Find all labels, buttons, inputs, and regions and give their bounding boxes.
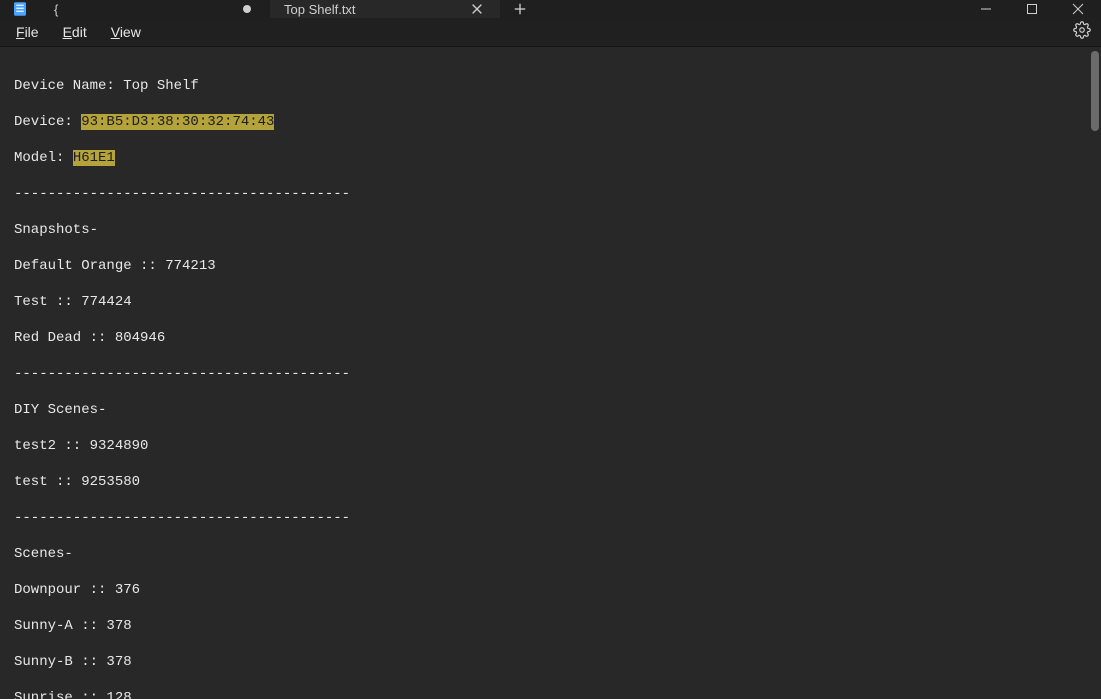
text-line: ----------------------------------------	[14, 185, 1101, 203]
text-line: Model: H61E1	[14, 149, 1101, 167]
window-maximize-button[interactable]	[1009, 0, 1055, 18]
text-line: Test :: 774424	[14, 293, 1101, 311]
tab-strip: { Top Shelf.txt	[40, 0, 500, 18]
app-window: { Top Shelf.txt	[0, 0, 1101, 699]
text-editor[interactable]: Device Name: Top Shelf Device: 93:B5:D3:…	[0, 47, 1101, 699]
text-line: ----------------------------------------	[14, 365, 1101, 383]
text-line: Sunny-A :: 378	[14, 617, 1101, 635]
vertical-scrollbar[interactable]	[1091, 51, 1099, 131]
notepad-app-icon	[0, 0, 40, 18]
menu-view[interactable]: View	[99, 18, 153, 46]
plus-icon	[513, 2, 527, 16]
tab-title: {	[54, 2, 58, 17]
menu-edit[interactable]: Edit	[51, 18, 99, 46]
text-line: Snapshots-	[14, 221, 1101, 239]
text-line: Sunny-B :: 378	[14, 653, 1101, 671]
tab-dirty-indicator-icon	[238, 0, 256, 18]
text-line: Sunrise :: 128	[14, 689, 1101, 699]
tab-title: Top Shelf.txt	[284, 2, 356, 17]
menu-file[interactable]: File	[4, 18, 51, 46]
window-controls	[963, 0, 1101, 18]
close-icon	[470, 2, 484, 16]
text-line: Red Dead :: 804946	[14, 329, 1101, 347]
text-line: DIY Scenes-	[14, 401, 1101, 419]
text-line: Default Orange :: 774213	[14, 257, 1101, 275]
text-line: Downpour :: 376	[14, 581, 1101, 599]
close-icon	[1072, 3, 1084, 15]
highlighted-model: H61E1	[73, 150, 115, 166]
text-line: test :: 9253580	[14, 473, 1101, 491]
text-line: ----------------------------------------	[14, 509, 1101, 527]
maximize-icon	[1026, 3, 1038, 15]
text-line: Device: 93:B5:D3:38:30:32:74:43	[14, 113, 1101, 131]
new-tab-button[interactable]	[500, 0, 540, 18]
text-line: Device Name: Top Shelf	[14, 77, 1101, 95]
window-minimize-button[interactable]	[963, 0, 1009, 18]
minimize-icon	[980, 3, 992, 15]
tab-close-button[interactable]	[468, 0, 486, 18]
tab-unsaved[interactable]: {	[40, 0, 270, 18]
menu-bar: File Edit View	[0, 18, 1101, 47]
text-line: Scenes-	[14, 545, 1101, 563]
settings-button[interactable]	[1073, 21, 1091, 44]
editor-area: Device Name: Top Shelf Device: 93:B5:D3:…	[0, 47, 1101, 699]
window-close-button[interactable]	[1055, 0, 1101, 18]
text-line: test2 :: 9324890	[14, 437, 1101, 455]
gear-icon	[1073, 21, 1091, 39]
tab-top-shelf[interactable]: Top Shelf.txt	[270, 0, 500, 18]
title-bar: { Top Shelf.txt	[0, 0, 1101, 18]
highlighted-device-id: 93:B5:D3:38:30:32:74:43	[81, 114, 274, 130]
